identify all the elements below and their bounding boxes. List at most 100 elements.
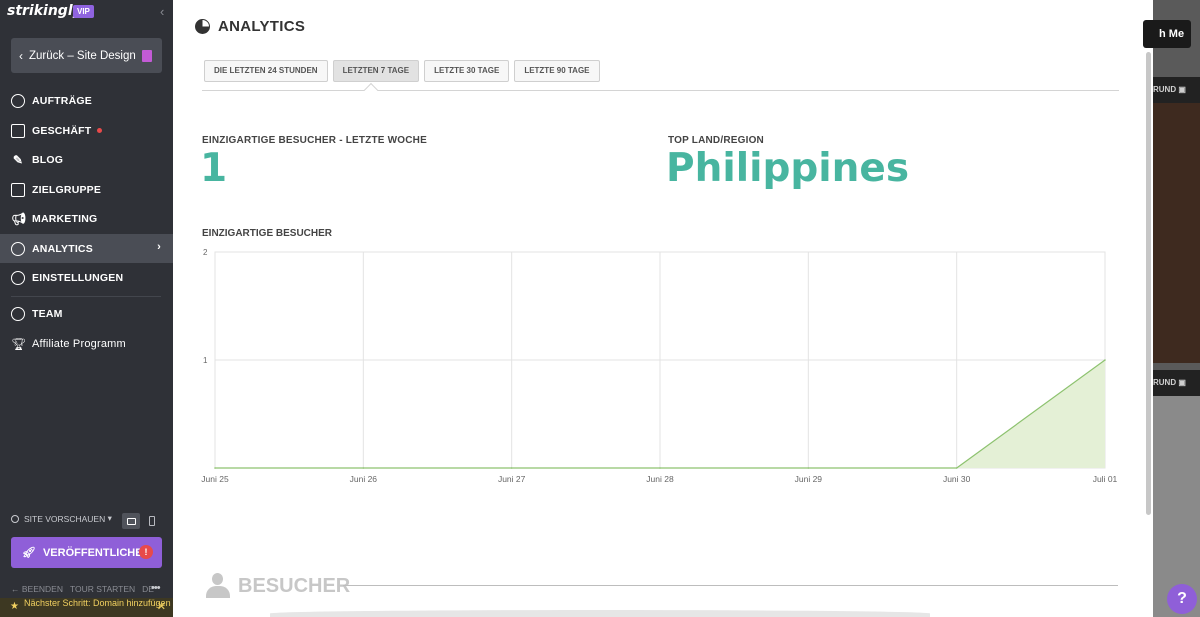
chart-title: EINZIGARTIGE BESUCHER xyxy=(202,228,333,239)
sidebar-item-label: AUFTRÄGE xyxy=(32,94,92,107)
sidebar-item-label: MARKETING xyxy=(32,212,98,225)
tab-30-days[interactable]: LETZTE 30 TAGE xyxy=(424,60,510,82)
search-icon xyxy=(11,514,19,523)
rocket-icon: 🚀︎ xyxy=(22,547,36,559)
data-point xyxy=(214,467,216,469)
tab-7-days[interactable]: LETZTEN 7 TAGE xyxy=(332,60,420,82)
x-tick-label: Juni 28 xyxy=(646,474,674,484)
unique-visitors-label: EINZIGARTIGE BESUCHER - LETZTE WOCHE xyxy=(202,135,427,146)
exit-link[interactable]: ← BEENDEN xyxy=(11,584,63,594)
visitors-chart: 1 2 Juni 25 Juni 26 Juni 27 Juni 28 Juni 29 Jun… xyxy=(201,248,1118,484)
sidebar-divider xyxy=(11,296,161,297)
megaphone-icon: 📢︎ xyxy=(11,211,27,226)
chevron-right-icon: › xyxy=(157,241,161,253)
mobile-view-button[interactable] xyxy=(143,513,161,529)
x-tick-label: Juni 25 xyxy=(201,474,229,484)
close-icon[interactable]: ✕ xyxy=(157,602,166,613)
x-tick-label: Juni 27 xyxy=(498,474,526,484)
sidebar-item-label: ZIELGRUPPE xyxy=(32,183,102,196)
card-shadow xyxy=(270,610,930,617)
vip-badge: VIP xyxy=(73,5,94,18)
visitors-section-label: BESUCHER xyxy=(238,574,351,597)
sidebar-item-label: Affiliate Programm xyxy=(32,337,126,350)
audience-icon xyxy=(11,182,25,197)
pen-icon: ✎ xyxy=(12,152,24,167)
back-button-label: Zurück – Site Design xyxy=(29,49,136,62)
star-icon: ★ xyxy=(10,601,19,612)
sidebar-item-label: ANALYTICS xyxy=(32,242,93,255)
next-step-banner[interactable]: ★ Nächster Schritt: Domain hinzufügen ✕ xyxy=(0,598,173,617)
x-tick-label: Juli 01 xyxy=(1093,474,1118,484)
tab-24-hours[interactable]: DIE LETZTEN 24 STUNDEN xyxy=(204,60,328,82)
sidebar-item-affiliate[interactable]: 🏆︎ Affiliate Programm xyxy=(0,329,173,358)
tab-90-days[interactable]: LETZTE 90 TAGE xyxy=(514,60,600,82)
y-tick-label: 1 xyxy=(203,356,208,365)
page-title-text: ANALYTICS xyxy=(218,18,306,35)
publish-label: VERÖFFENTLICHEN xyxy=(42,546,151,559)
active-tab-pointer xyxy=(363,82,379,98)
pie-chart-icon xyxy=(195,19,210,34)
sidebar-item-label: TEAM xyxy=(32,307,63,320)
sidebar-item-geschaeft[interactable]: GESCHÄFT xyxy=(0,116,173,145)
background-strip[interactable]: RUND ▣ xyxy=(1153,370,1200,396)
back-to-site-design-button[interactable]: ‹ Zurück – Site Design xyxy=(11,38,162,73)
sidebar-item-analytics[interactable]: ANALYTICS › xyxy=(0,234,173,263)
background-strip-label: RUND xyxy=(1153,378,1177,387)
sidebar-item-auftraege[interactable]: AUFTRÄGE xyxy=(0,86,173,115)
desktop-view-button[interactable] xyxy=(122,513,140,529)
publish-warning-badge: ! xyxy=(139,545,153,559)
sidebar-item-team[interactable]: TEAM xyxy=(0,299,173,328)
document-icon xyxy=(141,49,152,62)
chevron-left-icon: ‹ xyxy=(19,48,23,63)
scrollbar[interactable] xyxy=(1146,52,1151,515)
page-title: ANALYTICS xyxy=(195,18,305,35)
editor-top-button[interactable]: h Me xyxy=(1143,20,1191,48)
x-tick-label: Juni 30 xyxy=(943,474,971,484)
sidebar-item-einstellungen[interactable]: EINSTELLUNGEN xyxy=(0,263,173,292)
tabs-divider xyxy=(202,90,1119,91)
strikingly-logo[interactable]: strikingly xyxy=(7,3,82,19)
data-point xyxy=(1104,359,1106,361)
trophy-icon: 🏆︎ xyxy=(11,336,27,351)
sidebar-item-label: EINSTELLUNGEN xyxy=(32,271,124,284)
x-tick-label: Juni 26 xyxy=(350,474,378,484)
sidebar-item-blog[interactable]: ✎ BLOG xyxy=(0,145,173,174)
section-divider xyxy=(343,585,1118,586)
background-strip-label: RUND xyxy=(1153,85,1177,94)
visitors-section-title: BESUCHER xyxy=(204,573,350,599)
mobile-icon xyxy=(149,516,155,526)
sidebar-footer: ← BEENDEN TOUR STARTEN DE xyxy=(11,584,154,594)
y-tick-label: 2 xyxy=(203,248,208,257)
desktop-icon xyxy=(126,517,136,525)
pie-chart-icon xyxy=(11,241,25,256)
more-options-icon[interactable]: ••• xyxy=(151,582,161,594)
next-step-label: Nächster Schritt: Domain hinzufügen xyxy=(24,598,171,608)
sidebar-item-label: GESCHÄFT xyxy=(32,124,92,137)
data-point xyxy=(955,467,958,469)
start-tour-link[interactable]: TOUR STARTEN xyxy=(70,584,135,594)
dollar-icon xyxy=(11,93,25,108)
notification-dot xyxy=(97,128,103,133)
publish-button[interactable]: 🚀︎ VERÖFFENTLICHEN ! xyxy=(11,537,162,568)
data-point xyxy=(807,467,810,469)
store-icon xyxy=(11,123,25,138)
background-strip[interactable]: RUND ▣ xyxy=(1153,77,1200,103)
top-region-label: TOP LAND/REGION xyxy=(668,135,764,146)
top-region-value: Philippines xyxy=(666,146,910,191)
sidebar-item-zielgruppe[interactable]: ZIELGRUPPE xyxy=(0,175,173,204)
data-point xyxy=(362,467,365,469)
x-tick-label: Juni 29 xyxy=(795,474,823,484)
site-preview-dropdown[interactable]: SITE VORSCHAUEN ▾ xyxy=(11,513,112,524)
sidebar: strikingly VIP ‹ ‹ Zurück – Site Design … xyxy=(0,0,173,617)
caret-down-icon: ▾ xyxy=(105,513,112,523)
gear-icon xyxy=(11,270,25,285)
sidebar-item-marketing[interactable]: 📢︎ MARKETING xyxy=(0,204,173,233)
collapse-sidebar-icon[interactable]: ‹ xyxy=(160,4,164,19)
unique-visitors-value: 1 xyxy=(200,146,228,191)
site-preview-label: SITE VORSCHAUEN xyxy=(24,513,106,524)
team-icon xyxy=(11,306,25,321)
help-button[interactable]: ? xyxy=(1167,584,1197,614)
sidebar-item-label: BLOG xyxy=(32,153,64,166)
site-editor-preview: h Me RUND ▣ RUND ▣ xyxy=(1143,0,1200,617)
data-point xyxy=(659,467,661,469)
